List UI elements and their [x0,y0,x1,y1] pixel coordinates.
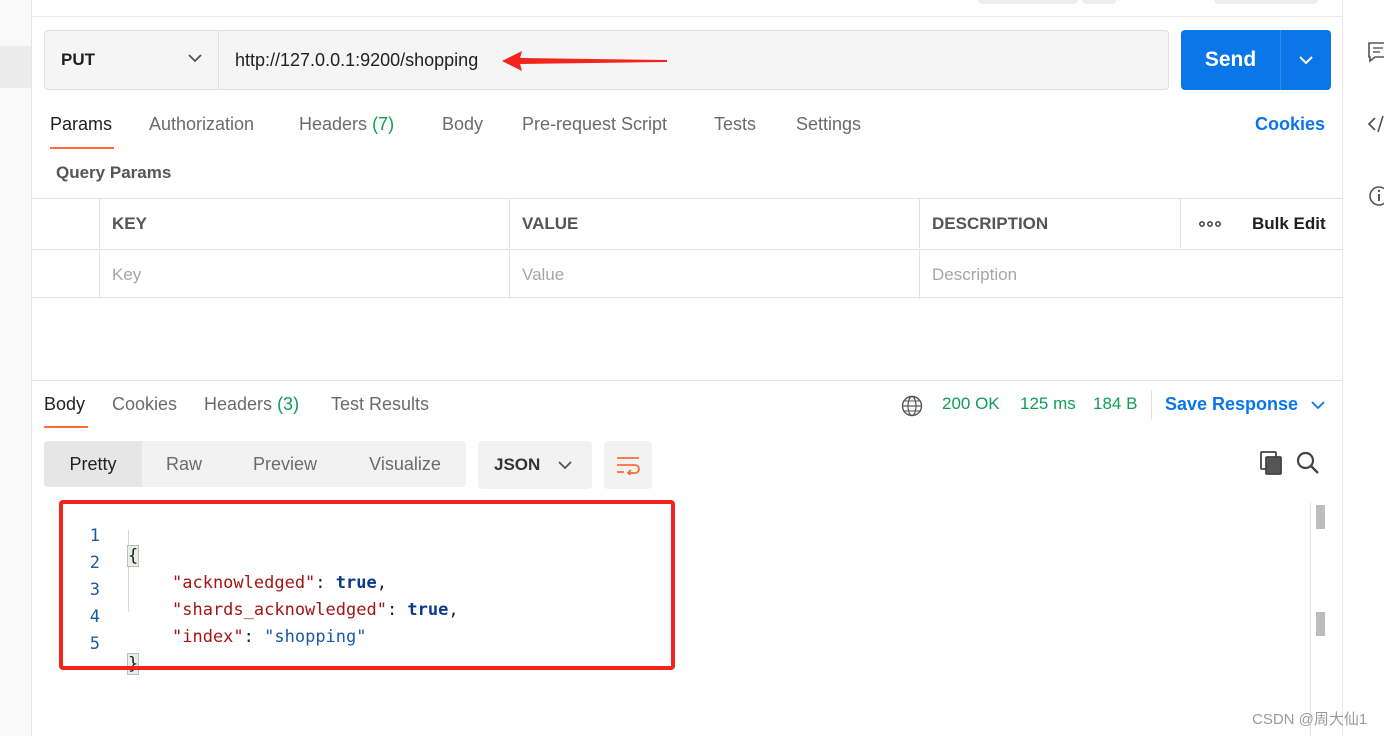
response-time[interactable]: 125 ms [1020,394,1076,414]
method-select[interactable]: PUT [45,31,219,89]
table-row: Key Value Description [32,249,1342,299]
active-tab-indicator [44,426,88,428]
response-tab-cookies[interactable]: Cookies [112,394,177,415]
code-icon[interactable] [1367,112,1384,136]
search-icon[interactable] [1295,450,1321,476]
right-sidebar [1342,0,1384,736]
chevron-down-icon [1299,56,1313,65]
comment-icon[interactable] [1367,40,1384,64]
tab-label: Test Results [331,394,430,414]
editor-scroll-track [1310,503,1311,736]
response-tab-test-results[interactable]: Test Results [331,394,429,415]
tab-label: Body [44,394,86,414]
chevron-down-icon [558,461,572,470]
divider [1151,390,1152,420]
tab-body[interactable]: Body [442,114,483,152]
description-input[interactable]: Description [919,250,1342,299]
red-highlight-annotation [59,500,675,670]
sidebar-strip [0,0,32,736]
response-tab-body[interactable]: Body [44,394,85,415]
view-mode-selector: Pretty Raw Preview Visualize [44,441,466,487]
chevron-down-icon [1311,401,1325,410]
tab-label: Cookies [112,394,178,414]
value-input[interactable]: Value [509,250,919,299]
tab-label: Body [442,114,484,134]
key-input[interactable]: Key [99,250,509,299]
save-response-button[interactable]: Save Response [1165,394,1325,415]
scrollbar-marker[interactable] [1316,612,1325,636]
tab-label: Params [50,114,113,134]
save-response-label: Save Response [1165,394,1299,414]
tab-settings[interactable]: Settings [796,114,861,152]
sidebar-selected-item[interactable] [0,46,31,88]
tab-label: Pre-request Script [522,114,668,134]
column-key: KEY [99,199,509,248]
tab-label: Settings [796,114,862,134]
red-arrow-annotation [502,51,667,71]
wrap-lines-button[interactable] [604,441,652,489]
response-size[interactable]: 184 B [1093,394,1137,414]
info-icon[interactable] [1367,184,1384,208]
tab-label: Headers [204,394,273,414]
tab-tests[interactable]: Tests [714,114,756,152]
response-tab-headers[interactable]: Headers (3) [204,394,299,415]
tab-authorization[interactable]: Authorization [149,114,254,152]
bulk-edit-button[interactable]: Bulk Edit [1240,199,1340,248]
response-divider [32,380,1342,381]
table-header-row: KEY VALUE DESCRIPTION Bulk Edit [32,199,1342,249]
tab-count: (3) [277,394,300,414]
view-pretty[interactable]: Pretty [44,441,142,487]
tab-label: Headers [299,114,368,134]
globe-icon[interactable] [901,395,923,417]
status-code[interactable]: 200 OK [942,394,1000,414]
url-text: http://127.0.0.1:9200/shopping [235,49,479,70]
query-params-table: KEY VALUE DESCRIPTION Bulk Edit Key Valu… [32,198,1342,299]
tab-bar-divider [32,16,1342,17]
copy-icon[interactable] [1259,450,1285,476]
view-preview[interactable]: Preview [226,441,344,487]
method-label: PUT [61,50,95,69]
tab-headers[interactable]: Headers (7) [299,114,394,152]
send-options-button[interactable] [1281,30,1331,90]
top-control[interactable] [978,0,1078,4]
active-tab-indicator [50,147,114,149]
send-button[interactable]: Send [1181,30,1331,90]
query-params-title: Query Params [56,163,172,182]
column-description: DESCRIPTION [919,199,1180,248]
format-select[interactable]: JSON [478,441,592,489]
send-label: Send [1181,30,1281,90]
scrollbar-marker[interactable] [1316,505,1325,529]
view-raw[interactable]: Raw [142,441,226,487]
more-options-button[interactable] [1180,199,1238,248]
format-label: JSON [494,455,541,474]
top-control[interactable] [1082,0,1116,4]
tab-label: Authorization [149,114,255,134]
top-control[interactable] [1214,0,1318,4]
more-icon [1198,220,1221,227]
tab-pre-request-script[interactable]: Pre-request Script [522,114,667,152]
tab-count: (7) [372,114,395,134]
url-input[interactable]: http://127.0.0.1:9200/shopping [219,31,1168,89]
tab-label: Tests [714,114,757,134]
cookies-link[interactable]: Cookies [1255,114,1325,135]
watermark: CSDN @周大仙1 [1252,711,1368,728]
chevron-down-icon [188,54,202,63]
column-value: VALUE [509,199,919,248]
wrap-lines-icon [617,457,640,475]
view-visualize[interactable]: Visualize [344,441,466,487]
